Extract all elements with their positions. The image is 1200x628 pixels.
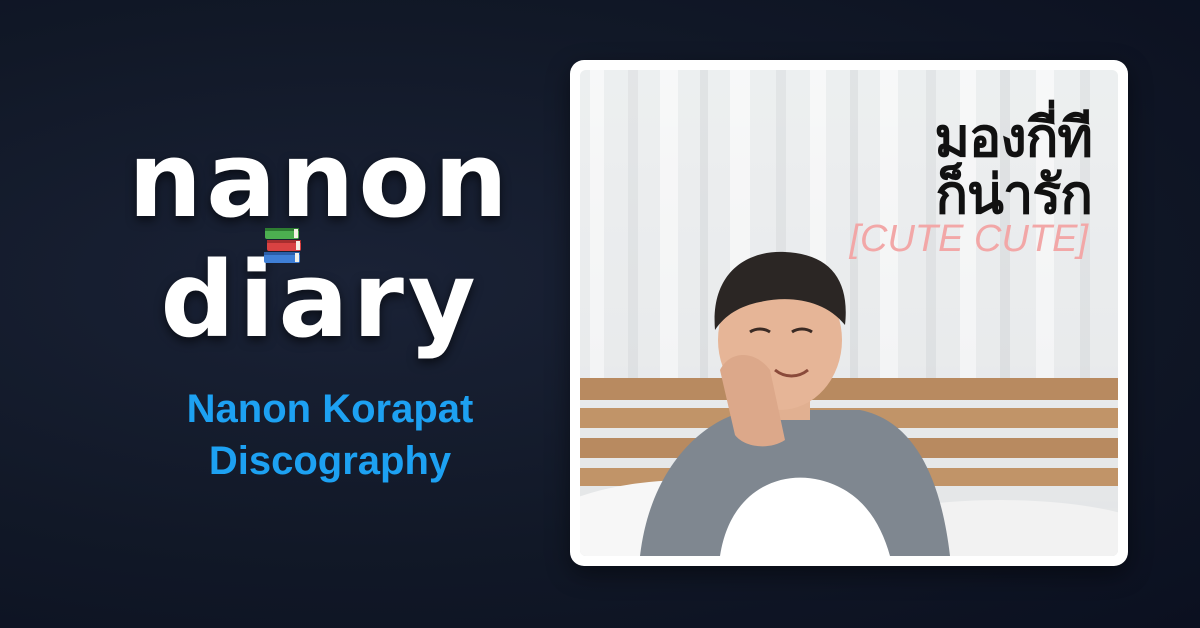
logo-word-nanon: nanon (128, 119, 512, 241)
album-cover-image: มองกี่ที ก็น่ารัก [CUTE CUTE] (580, 70, 1118, 556)
album-cover-card[interactable]: มองกี่ที ก็น่ารัก [CUTE CUTE] (570, 60, 1128, 566)
logo-word-diary: diary (160, 239, 480, 361)
artist-name: Nanon Korapat (186, 387, 474, 431)
cover-title-line1: มองกี่ที (934, 106, 1093, 169)
branding-panel: nanon diary Nanon Korapat Discography (60, 0, 560, 628)
discography-label: Discography (208, 439, 452, 483)
cover-title-line2: ก็น่ารัก (935, 162, 1093, 226)
books-icon (264, 228, 301, 263)
cover-subtitle: [CUTE CUTE] (849, 218, 1088, 260)
cover-title: มองกี่ที ก็น่ารัก (792, 106, 1093, 226)
